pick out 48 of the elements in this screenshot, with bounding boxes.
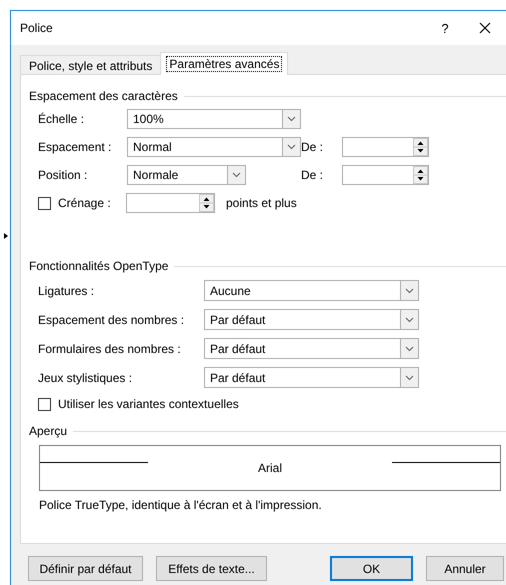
close-icon[interactable] [479, 22, 491, 34]
spinner-arrows-icon[interactable] [199, 194, 214, 212]
dialog-button[interactable]: Définir par défaut [28, 556, 143, 581]
field-label: Formulaires des nombres : [38, 342, 182, 356]
dropdown[interactable]: 100% [127, 109, 301, 129]
field-label: Espacement des nombres : [38, 312, 186, 326]
chevron-down-icon[interactable] [400, 368, 418, 387]
field-label: Échelle : [38, 112, 86, 126]
dropdown[interactable]: Par défaut [204, 367, 419, 388]
field-label: Espacement : [38, 140, 112, 154]
spinner-field[interactable] [126, 193, 215, 213]
dialog-button[interactable]: Annuler [426, 556, 504, 581]
dropdown[interactable]: Normale [127, 165, 246, 185]
spinner-arrows-icon[interactable] [413, 166, 428, 184]
checkbox-label[interactable]: Utiliser les variantes contextuelles [58, 397, 239, 411]
dropdown[interactable]: Normal [127, 137, 301, 157]
window-title: Police [20, 21, 54, 35]
dropdown[interactable]: Par défaut [204, 309, 419, 330]
tab[interactable]: Paramètres avancés [160, 52, 288, 75]
field-label: Jeux stylistiques : [38, 370, 134, 384]
field-label: De : [301, 168, 324, 182]
spinner-arrows-icon[interactable] [413, 138, 428, 156]
field-label: points et plus [226, 196, 297, 210]
dropdown[interactable]: Par défaut [204, 338, 419, 359]
chevron-down-icon[interactable] [400, 310, 418, 329]
spinner-field[interactable] [342, 137, 429, 157]
field-label: Position : [38, 168, 88, 182]
chevron-down-icon[interactable] [400, 281, 418, 300]
dropdown[interactable]: Aucune [204, 280, 419, 301]
spinner-field[interactable] [342, 165, 429, 185]
chevron-down-icon[interactable] [282, 138, 300, 156]
dialog-button[interactable]: OK [330, 556, 413, 581]
section-heading: Espacement des caractères [29, 89, 178, 103]
checkbox-label[interactable]: Crénage : [58, 196, 126, 210]
section-heading: Aperçu [29, 424, 68, 438]
chevron-down-icon[interactable] [227, 166, 245, 184]
section-heading: Fonctionnalités OpenType [29, 259, 168, 273]
dialog-button[interactable]: Effets de texte... [156, 556, 267, 581]
help-button[interactable]: ? [435, 20, 455, 36]
tab[interactable]: Police, style et attributs [20, 55, 162, 75]
checkbox[interactable] [38, 398, 51, 410]
checkbox[interactable] [38, 196, 51, 210]
field-label: De : [301, 140, 324, 154]
preview-sample: Arial [258, 461, 282, 475]
preview-description: Police TrueType, identique à l'écran et à l'impression. [39, 498, 323, 512]
chevron-down-icon[interactable] [282, 110, 300, 128]
chevron-down-icon[interactable] [400, 339, 418, 358]
field-label: Ligatures : [38, 284, 96, 298]
